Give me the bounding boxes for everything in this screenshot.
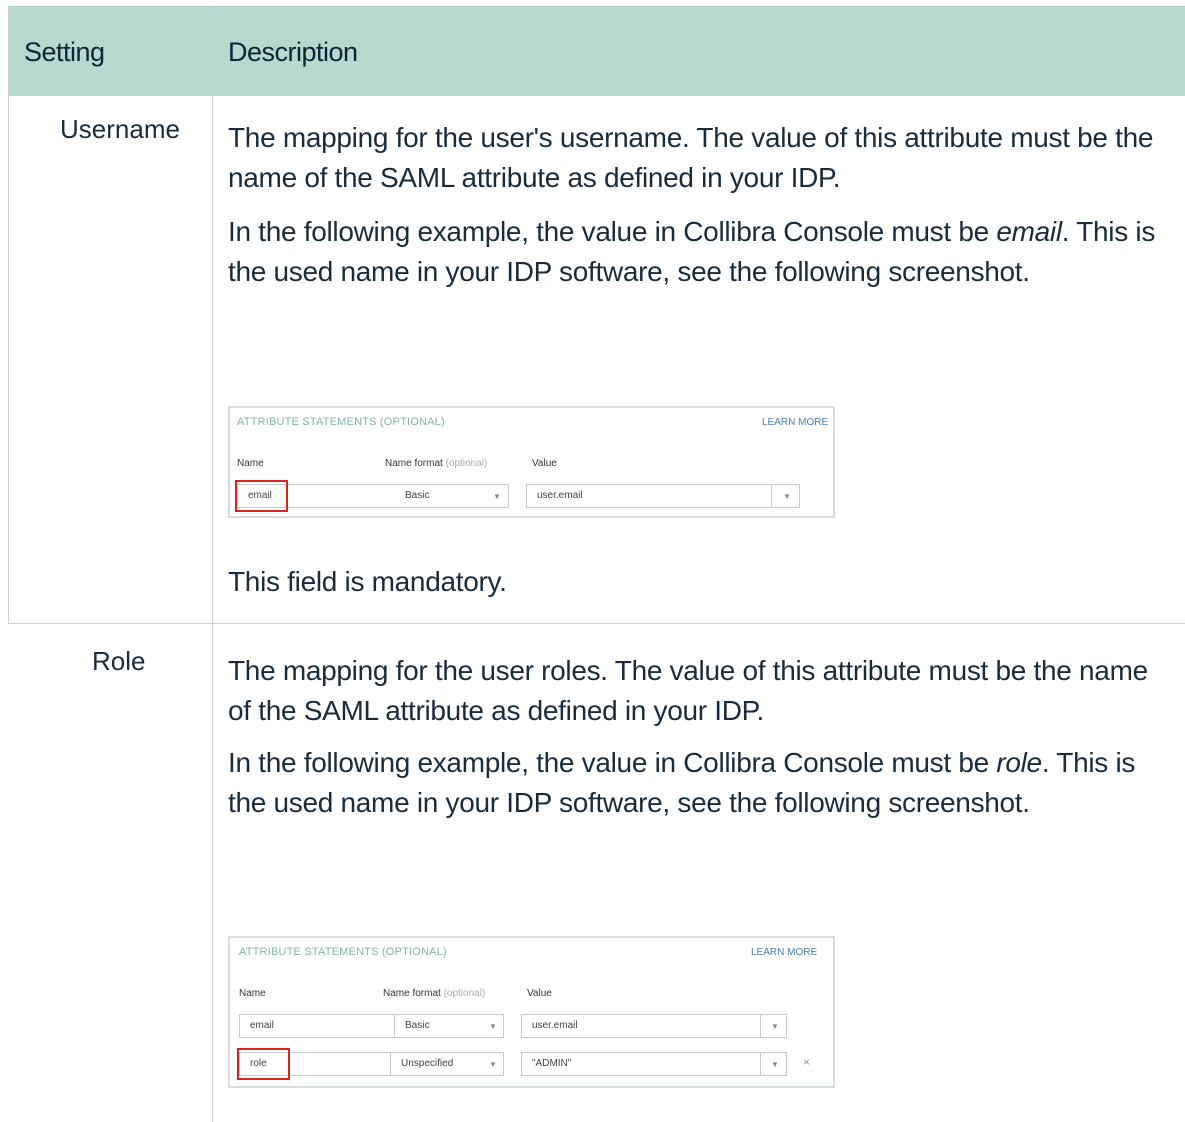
settings-table: Setting Description Username The mapping… xyxy=(8,6,1185,1122)
chevron-down-icon: ▼ xyxy=(783,492,791,501)
attribute-value-select[interactable]: user.email xyxy=(526,484,800,508)
column-name-label: Name xyxy=(239,988,266,999)
field-divider xyxy=(771,484,772,508)
chevron-down-icon: ▼ xyxy=(771,1022,779,1031)
username-paragraph-1: The mapping for the user's username. The… xyxy=(228,122,1154,193)
username-paragraph-3: This field is mandatory. xyxy=(228,566,507,597)
chevron-down-icon: ▼ xyxy=(771,1060,779,1069)
highlight-box xyxy=(237,1048,290,1080)
chevron-down-icon: ▼ xyxy=(489,1060,497,1069)
column-value-label: Value xyxy=(532,458,557,469)
column-name-label: Name xyxy=(237,458,264,469)
username-paragraph-2: In the following example, the value in C… xyxy=(228,216,1156,287)
name-format-select[interactable]: Basic xyxy=(394,1014,504,1038)
setting-role: Role xyxy=(92,646,146,676)
attribute-value-select[interactable]: "ADMIN" xyxy=(521,1052,787,1076)
table-left-border xyxy=(8,6,9,623)
header-description: Description xyxy=(228,36,358,67)
name-format-select[interactable]: Basic xyxy=(395,484,509,508)
column-format-label: Name format (optional) xyxy=(385,458,488,469)
row-separator xyxy=(8,623,1185,624)
role-value-emphasis: role xyxy=(996,747,1042,778)
highlight-box xyxy=(235,480,288,512)
learn-more-link[interactable]: LEARN MORE xyxy=(751,947,817,958)
column-separator xyxy=(212,6,213,1122)
role-paragraph-2: In the following example, the value in C… xyxy=(228,747,1136,818)
name-format-select[interactable]: Unspecified xyxy=(390,1052,504,1076)
column-value-label: Value xyxy=(527,988,552,999)
learn-more-link[interactable]: LEARN MORE xyxy=(762,417,828,428)
field-divider xyxy=(760,1014,761,1038)
attribute-value-select[interactable]: user.email xyxy=(521,1014,787,1038)
screenshot-section-title: ATTRIBUTE STATEMENTS (OPTIONAL) xyxy=(237,416,445,428)
remove-row-icon[interactable]: × xyxy=(803,1055,810,1069)
field-divider xyxy=(760,1052,761,1076)
column-format-label: Name format (optional) xyxy=(383,988,486,999)
chevron-down-icon: ▼ xyxy=(493,492,501,501)
header-setting: Setting xyxy=(24,36,105,67)
username-value-emphasis: email xyxy=(996,216,1062,247)
role-paragraph-1: The mapping for the user roles. The valu… xyxy=(228,655,1148,726)
setting-username: Username xyxy=(60,114,180,144)
screenshot-section-title: ATTRIBUTE STATEMENTS (OPTIONAL) xyxy=(239,946,447,958)
table-header: Setting Description xyxy=(8,6,1185,96)
chevron-down-icon: ▼ xyxy=(489,1022,497,1031)
role-attribute-screenshot: ATTRIBUTE STATEMENTS (OPTIONAL) LEARN MO… xyxy=(228,936,835,1088)
username-attribute-screenshot: ATTRIBUTE STATEMENTS (OPTIONAL) LEARN MO… xyxy=(228,406,835,518)
